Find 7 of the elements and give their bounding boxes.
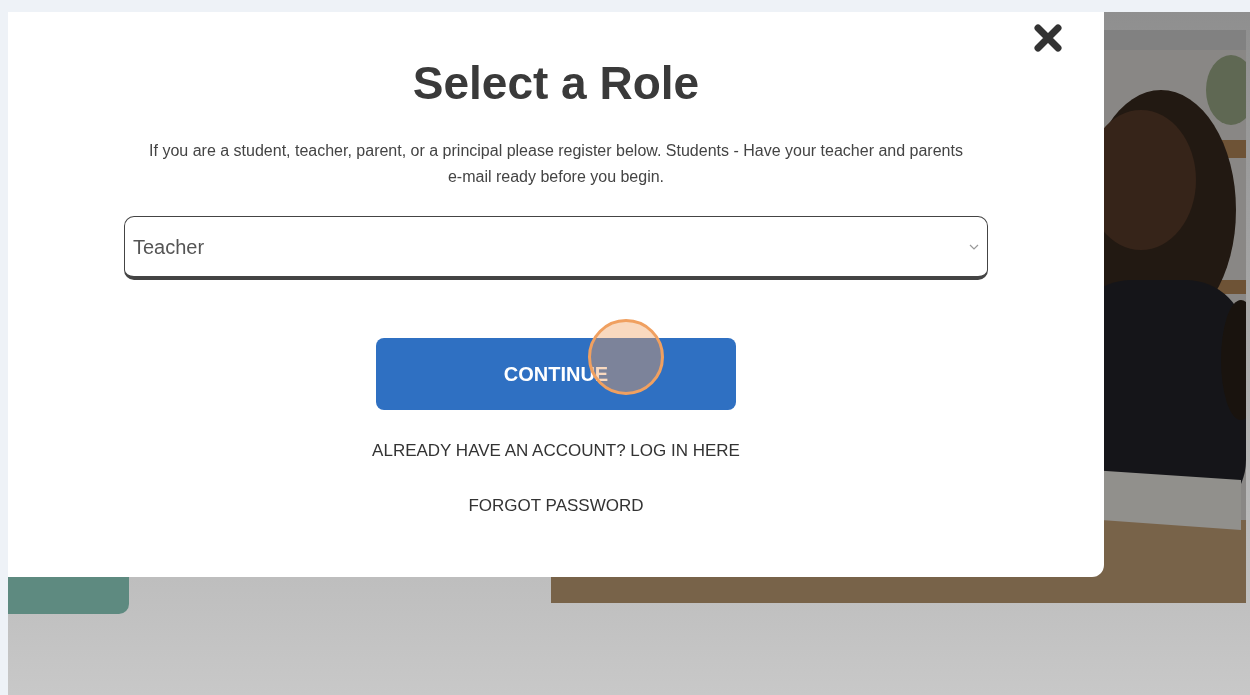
close-icon[interactable]	[1033, 24, 1063, 52]
text-link[interactable]: FORGOT PASSWORD	[468, 495, 644, 517]
text-link[interactable]: ALREADY HAVE AN ACCOUNT? LOG IN HERE	[372, 440, 740, 462]
chevron-down-icon	[969, 243, 979, 250]
modal-title: Select a Role	[412, 56, 700, 110]
role-select[interactable]: Teacher	[124, 216, 988, 280]
modal-description: If you are a student, teacher, parent, or a principal please register below. Students - Have your teacher and parents e-mail ready before you begin.	[148, 141, 964, 187]
